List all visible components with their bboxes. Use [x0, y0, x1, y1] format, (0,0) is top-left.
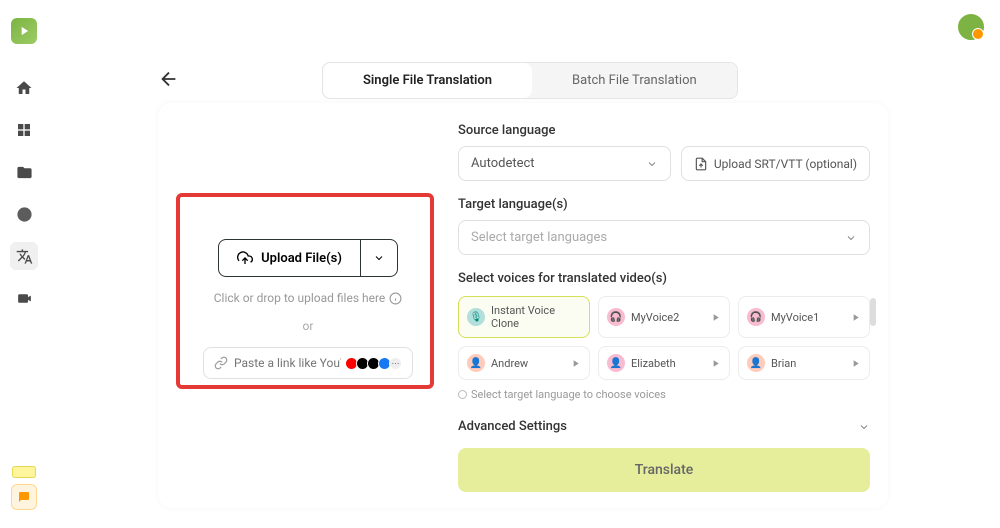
- chevron-down-icon: [858, 421, 870, 433]
- upload-files-button[interactable]: Upload File(s): [219, 240, 360, 276]
- upload-pane: Upload File(s) Click or drop to upload f…: [158, 103, 458, 508]
- source-language-select[interactable]: Autodetect: [458, 146, 671, 181]
- more-sources-icon: ⋯: [389, 357, 402, 370]
- nav-home-icon[interactable]: [10, 74, 38, 102]
- voices-grid: 🎙 Instant Voice Clone 🎧 MyVoice2 🎧 MyVoi…: [458, 296, 870, 380]
- source-lang-label: Source language: [458, 123, 870, 138]
- srt-button-label: Upload SRT/VTT (optional): [714, 157, 857, 171]
- cloud-upload-icon: [237, 250, 253, 266]
- advanced-settings-toggle[interactable]: Advanced Settings: [458, 413, 870, 440]
- tab-single-file[interactable]: Single File Translation: [323, 63, 532, 98]
- advanced-settings-label: Advanced Settings: [458, 419, 567, 434]
- settings-pane: Source language Autodetect Upload SRT/VT…: [458, 103, 888, 508]
- paste-link-input[interactable]: [234, 356, 341, 370]
- info-icon: [389, 292, 402, 305]
- chevron-down-icon: [845, 232, 857, 244]
- upload-dropdown-button[interactable]: [360, 240, 397, 276]
- social-icons: ⋯: [347, 357, 402, 370]
- nav-grid-icon[interactable]: [10, 116, 38, 144]
- avatar-icon: 👤: [607, 354, 625, 372]
- user-avatar[interactable]: [958, 14, 984, 40]
- or-separator: or: [303, 319, 314, 333]
- headphone-icon: 🎧: [747, 308, 765, 326]
- mic-icon: 🎙: [467, 308, 485, 326]
- info-dot-icon: [458, 390, 467, 399]
- back-button[interactable]: [158, 68, 182, 92]
- avatar-icon: 👤: [747, 354, 765, 372]
- play-icon: [570, 358, 581, 369]
- link-input-wrap: ⋯: [203, 347, 413, 379]
- nav-audio-icon[interactable]: [10, 200, 38, 228]
- voice-card-brian[interactable]: 👤 Brian: [738, 346, 870, 380]
- voice-card-instant-clone[interactable]: 🎙 Instant Voice Clone: [458, 296, 590, 338]
- play-icon: [850, 358, 861, 369]
- badge-yellow[interactable]: [12, 466, 36, 478]
- file-upload-icon: [694, 157, 708, 171]
- source-language-value: Autodetect: [471, 156, 535, 171]
- nav-translate-icon[interactable]: [10, 242, 38, 270]
- voices-label: Select voices for translated video(s): [458, 271, 870, 286]
- voice-card-andrew[interactable]: 👤 Andrew: [458, 346, 590, 380]
- avatar-icon: 👤: [467, 354, 485, 372]
- translate-button[interactable]: Translate: [458, 448, 870, 492]
- voices-hint: Select target language to choose voices: [458, 388, 870, 401]
- play-icon: [850, 312, 861, 323]
- tab-batch-file[interactable]: Batch File Translation: [532, 63, 737, 98]
- play-icon: [710, 312, 721, 323]
- target-language-select[interactable]: Select target languages: [458, 220, 870, 255]
- nav-video-icon[interactable]: [10, 284, 38, 312]
- target-lang-label: Target language(s): [458, 197, 870, 212]
- voice-card-elizabeth[interactable]: 👤 Elizabeth: [598, 346, 730, 380]
- link-icon: [214, 356, 228, 370]
- main-card: Upload File(s) Click or drop to upload f…: [158, 103, 888, 508]
- app-logo[interactable]: [11, 18, 37, 44]
- target-language-placeholder: Select target languages: [471, 230, 607, 245]
- headphone-icon: 🎧: [607, 308, 625, 326]
- scrollbar-indicator[interactable]: [870, 298, 876, 326]
- upload-srt-button[interactable]: Upload SRT/VTT (optional): [681, 146, 870, 181]
- upload-button-label: Upload File(s): [261, 251, 342, 266]
- nav-folder-icon[interactable]: [10, 158, 38, 186]
- upload-hint: Click or drop to upload files here: [214, 291, 403, 305]
- chevron-down-icon: [646, 158, 658, 170]
- chevron-down-icon: [373, 252, 385, 264]
- mode-tabs: Single File Translation Batch File Trans…: [322, 62, 738, 99]
- sidebar: [0, 0, 48, 528]
- upload-button-group: Upload File(s): [218, 239, 398, 277]
- badge-orange[interactable]: [11, 484, 37, 510]
- voice-card-myvoice2[interactable]: 🎧 MyVoice2: [598, 296, 730, 338]
- play-icon: [710, 358, 721, 369]
- voice-card-myvoice1[interactable]: 🎧 MyVoice1: [738, 296, 870, 338]
